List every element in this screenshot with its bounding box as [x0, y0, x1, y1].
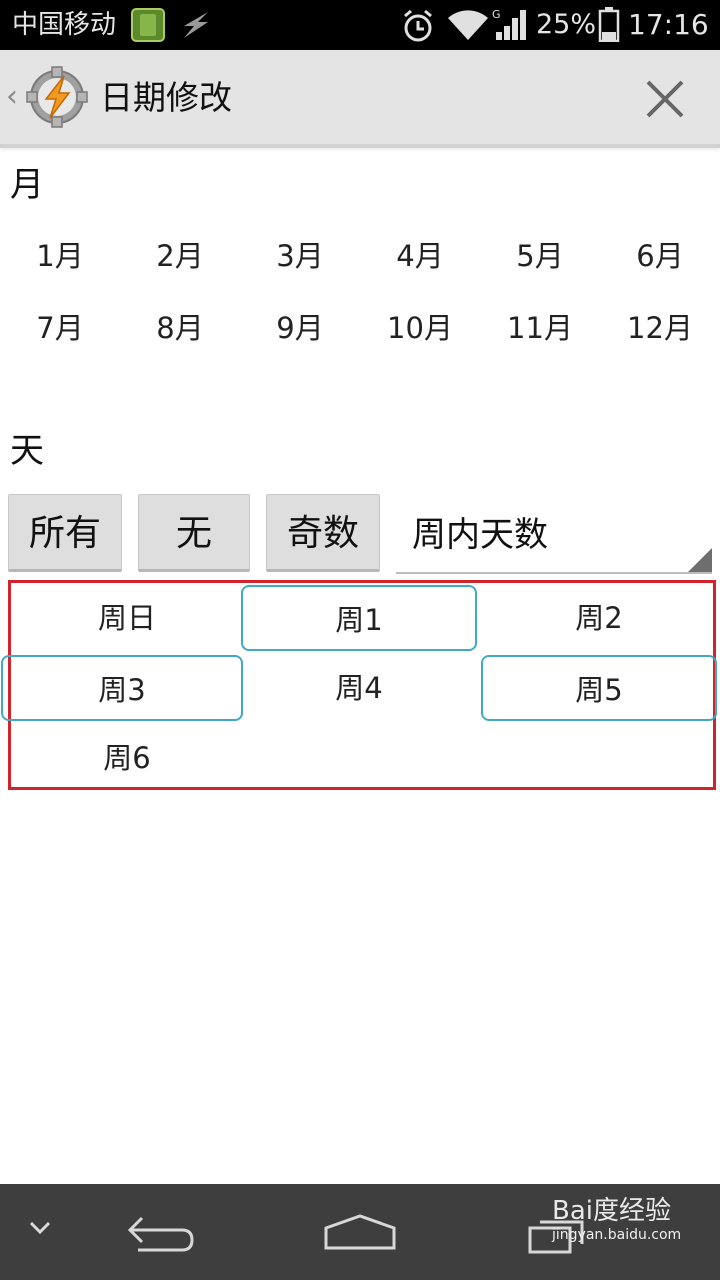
status-bar: 中国移动 G 25% 17:16 [0, 0, 720, 50]
weekday-option[interactable]: 周2 [481, 585, 717, 651]
month-option[interactable]: 4月 [360, 226, 480, 286]
month-option[interactable]: 1月 [0, 226, 120, 286]
month-option[interactable]: 7月 [0, 298, 120, 358]
battery-icon [598, 6, 620, 46]
weekday-option[interactable]: 周3 [1, 655, 243, 721]
sim-app-icon [131, 8, 165, 46]
watermark-url: jingyan.baidu.com [552, 1227, 682, 1243]
app-logo-icon[interactable] [26, 66, 88, 132]
month-option[interactable]: 8月 [120, 298, 240, 358]
weekday-option[interactable]: 周5 [481, 655, 717, 721]
month-option[interactable]: 12月 [600, 298, 720, 358]
day-type-spinner[interactable]: 周内天数 [396, 496, 712, 574]
month-option[interactable]: 3月 [240, 226, 360, 286]
home-icon[interactable] [322, 1212, 398, 1256]
clock: 17:16 [628, 8, 709, 41]
lightning-icon [178, 10, 214, 44]
wifi-icon [446, 8, 490, 46]
month-grid: 1月 2月 3月 4月 5月 6月 7月 8月 9月 10月 11月 12月 [0, 226, 720, 366]
battery-percent: 25% [536, 9, 597, 40]
weekday-option[interactable]: 周6 [9, 725, 245, 791]
month-option[interactable]: 2月 [120, 226, 240, 286]
month-option[interactable]: 11月 [480, 298, 600, 358]
month-option[interactable]: 5月 [480, 226, 600, 286]
select-all-button[interactable]: 所有 [8, 494, 122, 572]
select-none-button[interactable]: 无 [138, 494, 250, 572]
month-option[interactable]: 6月 [600, 226, 720, 286]
spinner-value: 周内天数 [412, 515, 548, 555]
weekday-option[interactable]: 周日 [9, 585, 245, 651]
dropdown-arrow-icon [688, 548, 712, 572]
watermark-brand: Bai度经验 [552, 1196, 671, 1226]
signal-icon: G [490, 6, 530, 46]
weekday-option[interactable]: 周1 [241, 585, 477, 651]
baidu-watermark: Bai度经验 jingyan.baidu.com [552, 1196, 681, 1244]
weekday-selection-box: 周日 周1 周2 周3 周4 周5 周6 [1, 580, 717, 791]
month-section-label: 月 [10, 165, 44, 205]
back-caret-icon[interactable]: ‹ [6, 78, 18, 116]
page-title: 日期修改 [100, 78, 232, 117]
close-icon[interactable] [640, 74, 690, 124]
select-odd-button[interactable]: 奇数 [266, 494, 380, 572]
month-option[interactable]: 9月 [240, 298, 360, 358]
hide-keyboard-icon[interactable] [28, 1220, 52, 1240]
day-section-label: 天 [10, 431, 44, 471]
app-bar: ‹ 日期修改 [0, 50, 720, 148]
month-option[interactable]: 10月 [360, 298, 480, 358]
back-icon[interactable] [124, 1214, 196, 1258]
weekday-option[interactable]: 周4 [241, 655, 477, 721]
alarm-icon [400, 8, 436, 48]
svg-text:G: G [492, 8, 501, 21]
carrier-name: 中国移动 [12, 10, 117, 40]
